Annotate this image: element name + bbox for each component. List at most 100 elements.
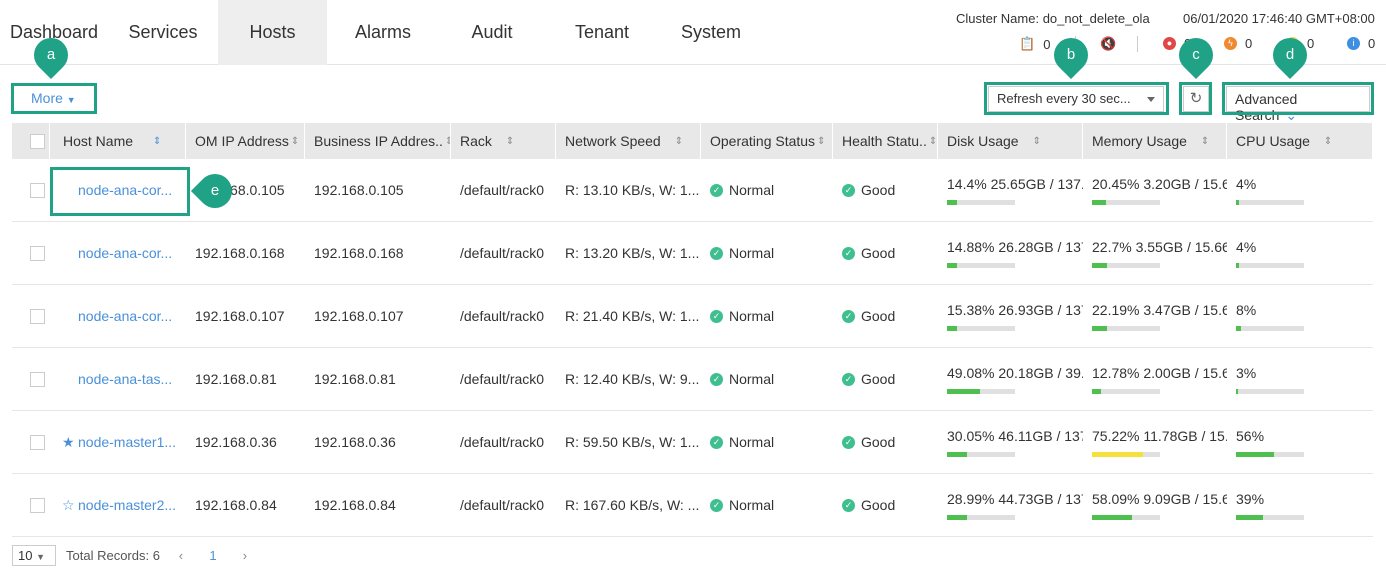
prev-page-button[interactable]: ‹ (170, 548, 192, 563)
check-circle-icon: ✓ (710, 246, 723, 260)
page-1-button[interactable]: 1 (202, 548, 224, 563)
memory-usage-bar (1092, 451, 1160, 457)
health-status-cell: ✓ Good (833, 474, 938, 536)
check-circle-icon: ✓ (710, 309, 723, 323)
tab-audit[interactable]: Audit (450, 0, 534, 65)
row-checkbox[interactable] (30, 434, 45, 450)
col-business-ip[interactable]: Business IP Addres..⇕ (305, 123, 451, 159)
col-cpu-usage[interactable]: CPU Usage ⇕ (1227, 123, 1373, 159)
favorite-star-icon[interactable]: ☆ (62, 497, 78, 514)
tab-system[interactable]: System (668, 0, 754, 65)
callout-e-highlight (50, 167, 190, 216)
memory-usage-bar (1092, 514, 1160, 520)
om-ip-cell: 192.168.0.168 (195, 245, 285, 261)
sort-icon: ⇕ (290, 135, 300, 147)
page-size-select[interactable]: 10 ▼ (12, 545, 56, 566)
memory-usage-cell: 20.45% 3.20GB / 15.66 (1083, 159, 1227, 221)
col-disk-usage[interactable]: Disk Usage ⇕ (938, 123, 1083, 159)
disk-usage-bar (947, 199, 1015, 205)
operating-status-cell: ✓ Normal (701, 159, 833, 221)
callout-a-highlight (11, 83, 97, 114)
host-name-link[interactable]: node-master2... (78, 497, 176, 513)
table-row: ☆ node-master2... 192.168.0.84 192.168.0.84… (12, 474, 1373, 537)
cpu-usage-cell: 39% (1227, 474, 1373, 536)
sort-icon: ⇕ (153, 135, 162, 147)
callout-a-marker: a (26, 30, 76, 80)
mute-button[interactable]: 🔇 (1100, 36, 1116, 52)
tab-alarms[interactable]: Alarms (336, 0, 430, 65)
select-all-checkbox[interactable] (30, 133, 45, 149)
cpu-usage-cell: 3% (1227, 348, 1373, 410)
check-circle-icon: ✓ (842, 498, 855, 512)
sort-icon: ⇕ (1200, 135, 1210, 147)
callout-e-marker: e (190, 166, 240, 216)
clipboard-icon: 📋 (1019, 36, 1036, 51)
info-stat[interactable]: i0 (1347, 36, 1375, 51)
tab-hosts[interactable]: Hosts (218, 0, 327, 65)
memory-usage-bar (1092, 325, 1160, 331)
major-stat[interactable]: ϟ0 (1224, 36, 1252, 51)
cpu-usage-bar (1236, 451, 1304, 457)
callout-c-highlight (1179, 82, 1212, 115)
memory-usage-cell: 12.78% 2.00GB / 15.66 (1083, 348, 1227, 410)
col-operating-status[interactable]: Operating Status ⇕ (701, 123, 833, 159)
col-memory-usage[interactable]: Memory Usage ⇕ (1083, 123, 1227, 159)
task-stat[interactable]: 📋 0 (1019, 36, 1050, 52)
memory-usage-bar (1092, 388, 1160, 394)
row-checkbox[interactable] (30, 182, 45, 198)
host-name-link[interactable]: node-master1... (78, 434, 176, 450)
disk-usage-bar (947, 388, 1015, 394)
col-network-speed[interactable]: Network Speed ⇕ (556, 123, 701, 159)
row-checkbox[interactable] (30, 245, 45, 261)
col-rack[interactable]: Rack ⇕ (451, 123, 556, 159)
tab-services[interactable]: Services (113, 0, 213, 65)
disk-usage-bar (947, 262, 1015, 268)
minor-count: 0 (1307, 36, 1315, 51)
check-circle-icon: ✓ (842, 435, 855, 449)
host-name-cell: ★ node-master1... (50, 411, 186, 473)
business-ip-cell: 192.168.0.81 (314, 371, 396, 387)
host-name-link[interactable]: node-ana-tas... (78, 371, 172, 387)
health-status-cell: ✓ Good (833, 159, 938, 221)
memory-usage-cell: 58.09% 9.09GB / 15.66 (1083, 474, 1227, 536)
network-speed-cell: R: 59.50 KB/s, W: 1... (565, 434, 700, 450)
operating-status-cell: ✓ Normal (701, 348, 833, 410)
table-row: node-ana-tas... 192.168.0.81 192.168.0.81 /… (12, 348, 1373, 411)
favorite-star-icon[interactable]: ★ (62, 434, 78, 451)
sort-icon: ⇕ (1032, 135, 1041, 147)
datetime: 06/01/2020 17:46:40 GMT+08:00 (1183, 11, 1375, 26)
host-name-link[interactable]: node-ana-cor... (78, 245, 172, 261)
row-checkbox[interactable] (30, 308, 45, 324)
total-records: Total Records: 6 (66, 548, 160, 563)
check-circle-icon: ✓ (842, 183, 855, 197)
col-host-name[interactable]: Host Name ⇕ (50, 123, 186, 159)
check-circle-icon: ✓ (842, 309, 855, 323)
sort-icon: ⇕ (1323, 135, 1333, 147)
tab-tenant[interactable]: Tenant (557, 0, 647, 65)
table-row: node-ana-cor... 192.168.0.168 192.168.0.16… (12, 222, 1373, 285)
business-ip-cell: 192.168.0.168 (314, 245, 404, 261)
next-page-button[interactable]: › (234, 548, 256, 563)
cluster-name: Cluster Name: do_not_delete_ola (956, 11, 1150, 26)
disk-usage-cell: 14.88% 26.28GB / 137. (938, 222, 1083, 284)
table-row: node-ana-cor... 192.168.0.107 192.168.0.10… (12, 285, 1373, 348)
row-checkbox[interactable] (30, 497, 45, 513)
row-checkbox[interactable] (30, 371, 45, 387)
host-name-link[interactable]: node-ana-cor... (78, 308, 172, 324)
sort-icon: ⇕ (817, 135, 826, 147)
cpu-usage-bar (1236, 388, 1304, 394)
check-circle-icon: ✓ (710, 435, 723, 449)
business-ip-cell: 192.168.0.105 (314, 182, 404, 198)
memory-usage-bar (1092, 262, 1160, 268)
table-header: Host Name ⇕ OM IP Address ⇕ Business IP Ad… (12, 123, 1373, 159)
col-health-status[interactable]: Health Statu.. ⇕ (833, 123, 938, 159)
rack-cell: /default/rack0 (460, 434, 545, 450)
info-count: 0 (1368, 36, 1376, 51)
callout-d-marker: d (1265, 30, 1315, 80)
col-om-ip[interactable]: OM IP Address ⇕ (186, 123, 305, 159)
pagination: 10 ▼ Total Records: 6 ‹ 1 › (12, 545, 256, 566)
health-status-cell: ✓ Good (833, 348, 938, 410)
business-ip-cell: 192.168.0.36 (314, 434, 396, 450)
om-ip-cell: 192.168.0.81 (195, 371, 277, 387)
divider (1137, 36, 1138, 52)
